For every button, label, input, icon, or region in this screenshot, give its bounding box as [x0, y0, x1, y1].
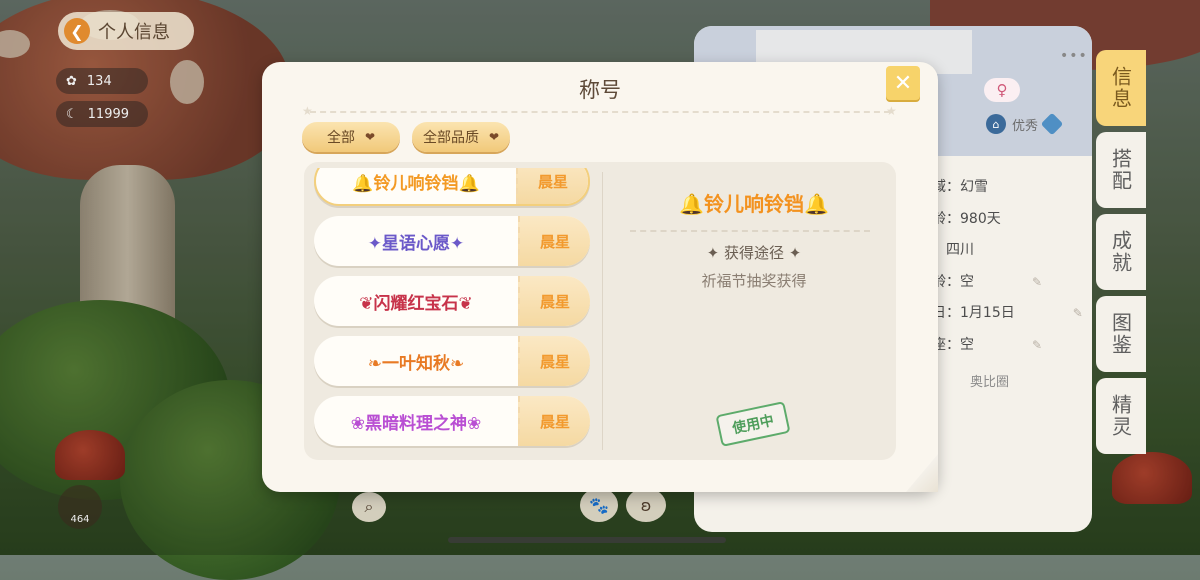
- back-label: 个人信息: [98, 22, 170, 43]
- filter-quality-button[interactable]: 全部品质 ❤: [412, 122, 510, 152]
- filter-all-button[interactable]: 全部 ❤: [302, 122, 400, 152]
- coin-count-value: 11999: [87, 106, 130, 122]
- bell-icon: 🔔: [458, 173, 480, 194]
- close-icon: ✕: [893, 70, 913, 96]
- modal-title: 称号: [579, 78, 621, 102]
- content-divider: [602, 172, 603, 450]
- close-button[interactable]: ✕: [886, 66, 920, 100]
- source-value: 祈福节抽奖获得: [701, 272, 807, 290]
- tab-collection[interactable]: 图鉴: [1096, 296, 1146, 372]
- leaf-icon: ❧: [367, 353, 382, 374]
- sparkle-icon: ✦: [784, 244, 802, 262]
- title-modal: 称号 ★ ★ ✕ 全部 ❤ 全部品质 ❤ 🔔铃儿响铃铛🔔 晨星 ✦星语心愿✦ 晨…: [262, 62, 938, 492]
- title-name: 闪耀红宝石: [373, 293, 459, 314]
- dropdown-heart-icon: ❤: [488, 130, 500, 144]
- title-content: 🔔铃儿响铃铛🔔 晨星 ✦星语心愿✦ 晨星 ❦闪耀红宝石❦ 晨星 ❧一叶知秋❧ 晨…: [304, 162, 896, 460]
- bag-button[interactable]: 464: [58, 485, 102, 529]
- in-use-stamp: 使用中: [715, 401, 791, 447]
- title-name: 黑暗料理之神: [365, 413, 467, 434]
- title-divider: [310, 111, 890, 113]
- circle-label: 奥比圈: [970, 375, 1010, 390]
- moon-coin-icon: ☾: [66, 106, 78, 122]
- title-item[interactable]: 🔔铃儿响铃铛🔔 晨星: [314, 168, 590, 206]
- title-name: 一叶知秋: [382, 353, 450, 374]
- home-indicator: [448, 537, 726, 543]
- diamond-icon: [1040, 112, 1064, 136]
- profile-row: ：四川: [932, 242, 974, 258]
- tab-spirit[interactable]: 精灵: [1096, 378, 1146, 454]
- profile-row: 龄：空 ✎: [932, 273, 1043, 290]
- title-item[interactable]: ✦星语心愿✦ 晨星: [314, 216, 590, 266]
- edit-icon: ✎: [1032, 274, 1043, 289]
- profile-row: 龄：980天: [932, 210, 1001, 227]
- star-icon: ★: [886, 104, 897, 118]
- paw-icon[interactable]: 🐾: [580, 488, 618, 522]
- edit-icon: ✎: [1032, 337, 1043, 352]
- tab-outfit[interactable]: 搭配: [1096, 132, 1146, 208]
- title-item[interactable]: ❦闪耀红宝石❦ 晨星: [314, 276, 590, 326]
- search-icon[interactable]: ⌕: [352, 492, 386, 522]
- leaf-icon: ❧: [450, 353, 465, 374]
- house-icon: ⌂: [986, 114, 1006, 134]
- rank-badge: 晨星: [518, 336, 590, 386]
- detail-divider: [630, 230, 870, 232]
- rank-badge: 晨星: [518, 276, 590, 326]
- coin-count: ☾ 11999: [56, 101, 148, 127]
- dropdown-heart-icon: ❤: [364, 130, 376, 144]
- source-heading: ✦ 获得途径 ✦: [706, 244, 802, 262]
- profile-row: 日：1月15日 ✎: [932, 305, 1083, 321]
- wing-icon: ❦: [359, 293, 374, 314]
- title-item[interactable]: ❧一叶知秋❧ 晨星: [314, 336, 590, 386]
- quality-label: ⌂ 优秀: [986, 112, 1064, 136]
- rank-badge: 晨星: [518, 216, 590, 266]
- detail-title: 🔔铃儿响铃铛🔔: [679, 192, 829, 216]
- filter-quality-label: 全部品质: [422, 130, 479, 146]
- bell-icon: 🔔: [352, 173, 374, 194]
- filter-all-label: 全部: [326, 130, 355, 146]
- profile-row: 域：幻雪: [932, 179, 988, 195]
- title-item[interactable]: ❀黑暗料理之神❀ 晨星: [314, 396, 590, 446]
- profile-info: 域：幻雪 龄：980天 ：四川 龄：空 ✎ 日：1月15日 ✎ 座：空 ✎: [932, 172, 1083, 361]
- bag-count: 464: [70, 514, 90, 525]
- title-name: 铃儿响铃铛: [373, 173, 459, 194]
- sparkle-icon: ✦: [706, 244, 724, 262]
- wing-icon: ❦: [458, 293, 473, 314]
- rank-badge: 晨星: [518, 396, 590, 446]
- title-list[interactable]: 🔔铃儿响铃铛🔔 晨星 ✦星语心愿✦ 晨星 ❦闪耀红宝石❦ 晨星 ❧一叶知秋❧ 晨…: [314, 168, 590, 452]
- flower-icon: ✿: [66, 73, 77, 89]
- back-arrow-icon: ❮: [64, 18, 90, 44]
- title-name: 星语心愿: [382, 233, 450, 254]
- rank-badge: 晨星: [516, 168, 588, 204]
- grape-icon: ❀: [467, 413, 482, 434]
- edit-icon: ✎: [1072, 306, 1083, 320]
- star-icon: ✦: [367, 233, 382, 254]
- bell-icon: 🔔: [804, 192, 829, 216]
- bell-icon: 🔔: [679, 192, 704, 216]
- quality-text: 优秀: [1012, 118, 1039, 134]
- star-icon: ★: [302, 104, 313, 118]
- tab-achievement[interactable]: 成就: [1096, 214, 1146, 290]
- profile-row: 座：空 ✎: [932, 336, 1043, 353]
- more-icon[interactable]: •••: [1060, 48, 1088, 64]
- flower-count: ✿ 134: [56, 68, 148, 94]
- star-icon: ✦: [450, 233, 465, 254]
- flower-count-value: 134: [86, 73, 112, 89]
- female-icon: ♀: [984, 78, 1020, 102]
- tab-info[interactable]: 信息: [1096, 50, 1146, 126]
- grape-icon: ❀: [350, 413, 365, 434]
- pet-face-icon[interactable]: ʚ: [626, 488, 666, 522]
- back-button[interactable]: ❮ 个人信息: [58, 12, 194, 50]
